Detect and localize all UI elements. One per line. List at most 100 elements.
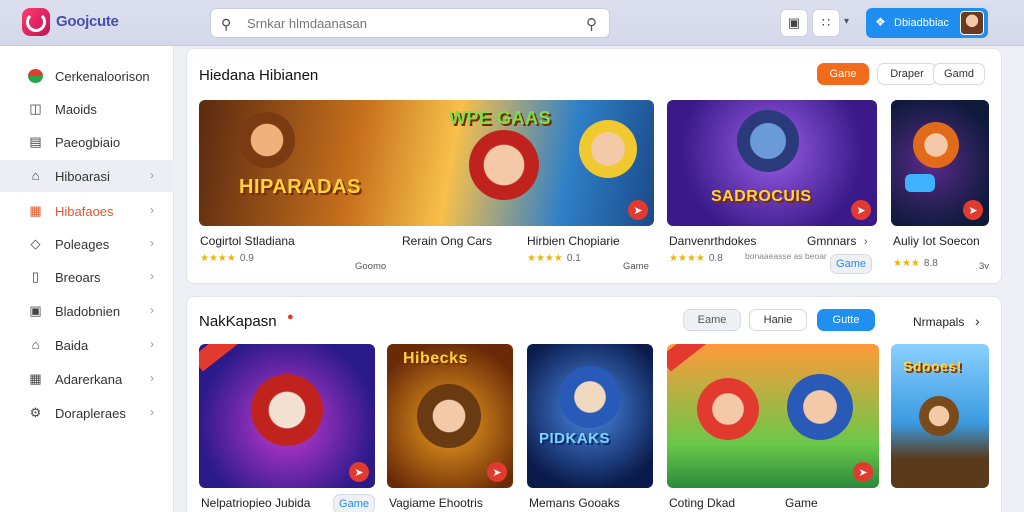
- sidebar: Cerkenaloorison ◫ Maoids ▤ Paeogbiaio ⌂ …: [0, 46, 174, 512]
- play-icon[interactable]: ➤: [628, 200, 648, 220]
- chevron-right-icon: ›: [150, 337, 154, 351]
- filter-gutte[interactable]: Gutte: [817, 309, 875, 331]
- filter-draper[interactable]: Draper: [877, 63, 937, 85]
- search-bar[interactable]: ⚲ Srnkar hlmdaanasan ⚲: [210, 8, 610, 38]
- character-art: [469, 130, 539, 200]
- section-title: NakKapasn: [199, 313, 277, 330]
- game-card-2[interactable]: Hibecks ➤: [387, 344, 513, 488]
- top-bar: Goojcute ⚲ Srnkar hlmdaanasan ⚲ ▣ ∷ ▾ ❖ …: [0, 0, 1024, 46]
- chevron-right-icon: ›: [150, 303, 154, 317]
- filter-hanie[interactable]: Hanie: [749, 309, 807, 331]
- arrow-right-icon[interactable]: ›: [975, 313, 980, 329]
- game-label[interactable]: Nelpatriopieo Jubida: [201, 496, 310, 510]
- home-icon: ⌂: [31, 168, 40, 183]
- filter-gane[interactable]: Gane: [817, 63, 869, 85]
- genre-tag: Goomo: [355, 261, 387, 272]
- game-card-4[interactable]: ➤: [667, 344, 879, 488]
- sidebar-item-label: Poleages: [55, 237, 110, 252]
- app-logo[interactable]: [22, 8, 50, 36]
- sidebar-item-label: Dorapleraes: [55, 406, 126, 421]
- chat-icon: ◫: [29, 101, 42, 116]
- search-submit-icon[interactable]: ⚲: [586, 15, 597, 33]
- character-art: [239, 112, 295, 168]
- sidebar-item-6[interactable]: ▯ Breoars ›: [0, 261, 174, 293]
- search-input[interactable]: Srnkar hlmdaanasan: [247, 16, 367, 31]
- game-art-title: PIDKAKS: [539, 430, 611, 447]
- lock-icon: ▣: [29, 303, 42, 318]
- game-label[interactable]: Auliy Iot Soecon: [893, 234, 980, 248]
- featured-section: Hiedana Hibianen Gane Draper Gamd HIPARA…: [186, 48, 1002, 284]
- game-label[interactable]: Coting Dkad: [669, 496, 735, 510]
- filter-eame[interactable]: Eame: [683, 309, 741, 331]
- grid-icon[interactable]: ∷: [812, 9, 840, 37]
- rating-stars: ★★★★ 0.9: [200, 253, 254, 264]
- game-card-5[interactable]: Sdooes!: [891, 344, 989, 488]
- gamepad-icon[interactable]: ▣: [780, 9, 808, 37]
- game-card-auliy[interactable]: ➤: [891, 100, 989, 226]
- sidebar-item-1[interactable]: ◫ Maoids: [0, 93, 174, 125]
- chevron-right-icon: ›: [150, 236, 154, 250]
- game-art-title: HIPARADAS: [239, 176, 361, 198]
- game-card-sadrocuis[interactable]: SADROCUIS ➤: [667, 100, 877, 226]
- chevron-right-icon: ›: [150, 203, 154, 217]
- ribbon-badge: [667, 344, 719, 372]
- game-card-hiparadas[interactable]: HIPARADAS WPE GAAS ➤: [199, 100, 654, 226]
- character-art: [787, 374, 853, 440]
- rating-stars: ★★★★ 0.1: [527, 253, 581, 264]
- play-icon[interactable]: ➤: [349, 462, 369, 482]
- game-card-3[interactable]: PIDKAKS: [527, 344, 653, 488]
- settings-icon: ⚙: [29, 405, 42, 420]
- character-art: [697, 378, 759, 440]
- window-icon: ▤: [29, 134, 42, 149]
- sidebar-item-0[interactable]: Cerkenaloorison: [0, 60, 174, 92]
- character-art: [737, 110, 799, 172]
- home-icon: ⌂: [31, 337, 40, 352]
- rating-value: 8.8: [923, 258, 938, 269]
- gem-art: [905, 174, 935, 192]
- genre-tag: 3v: [979, 261, 990, 272]
- rating-stars: ★★★★ 0.8: [669, 253, 723, 264]
- chevron-right-icon: ›: [150, 168, 154, 182]
- logo-circle-icon: [28, 69, 43, 83]
- chevron-right-icon: ›: [150, 371, 154, 385]
- sidebar-item-5[interactable]: ◇ Poleages ›: [0, 228, 174, 260]
- more-link[interactable]: Nrmapals: [913, 315, 964, 329]
- play-icon[interactable]: ➤: [851, 200, 871, 220]
- game-art-title: Hibecks: [403, 350, 468, 367]
- image-icon: ▦: [29, 371, 42, 386]
- game-label[interactable]: Vagiame Ehootris: [389, 496, 483, 510]
- genre-tag: Game: [333, 494, 375, 512]
- character-art: [559, 366, 621, 428]
- dropdown-arrow-icon[interactable]: ▾: [844, 16, 849, 27]
- rating-value: 0.9: [239, 253, 254, 264]
- game-label[interactable]: Cogirtol Stladiana: [200, 234, 295, 248]
- sidebar-item-8[interactable]: ⌂ Baida ›: [0, 329, 174, 361]
- rating-stars: ★★★ 8.8: [893, 258, 938, 269]
- game-card-1[interactable]: ➤: [199, 344, 375, 488]
- sidebar-item-7[interactable]: ▣ Bladobnien ›: [0, 295, 174, 327]
- sidebar-item-label: Hibafaoes: [55, 204, 114, 219]
- subtitle: bonaaeasse as beoar: [745, 251, 827, 261]
- game-label[interactable]: Gmnnars: [807, 234, 856, 248]
- sidebar-item-2[interactable]: ▤ Paeogbiaio: [0, 126, 174, 158]
- sidebar-item-9[interactable]: ▦ Adarerkana ›: [0, 363, 174, 395]
- avatar[interactable]: [960, 11, 984, 35]
- game-label[interactable]: Rerain Ong Cars: [402, 234, 492, 248]
- sidebar-item-3[interactable]: ⌂ Hiboarasi ›: [0, 160, 174, 192]
- character-art: [913, 122, 959, 168]
- play-icon[interactable]: ➤: [963, 200, 983, 220]
- play-icon[interactable]: ➤: [487, 462, 507, 482]
- filter-gamd[interactable]: Gamd: [933, 63, 985, 85]
- sidebar-item-4[interactable]: ▦ Hibafaoes ›: [0, 195, 174, 227]
- profile-button[interactable]: ❖ Dbiadbbiac: [866, 8, 988, 38]
- sidebar-item-10[interactable]: ⚙ Dorapleraes ›: [0, 397, 174, 429]
- genre-tag: Game: [785, 496, 818, 510]
- chevron-right-icon[interactable]: ›: [864, 236, 868, 248]
- new-dot-icon: ●: [287, 311, 294, 323]
- game-label[interactable]: Danvenrthdokes: [669, 234, 756, 248]
- play-icon[interactable]: ➤: [853, 462, 873, 482]
- character-art: [919, 396, 959, 436]
- game-label[interactable]: Memans Gooaks: [529, 496, 620, 510]
- game-art-title: Sdooes!: [903, 358, 962, 374]
- game-label[interactable]: Hirbien Chopiarie: [527, 234, 620, 248]
